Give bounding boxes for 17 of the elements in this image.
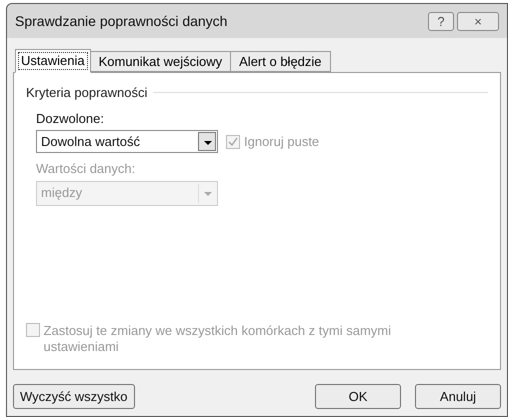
dropdown[interactable]: Dowolna wartość	[36, 130, 218, 153]
dropdown-value: Dowolna wartość	[41, 132, 140, 151]
dialog-button[interactable]: OK	[315, 384, 401, 409]
checkbox-label: Zastosuj te zmiany we wszystkich komórkach z tymi samymi ustawieniami	[44, 323, 392, 355]
dialog-button[interactable]: Wyczyść wszystko	[13, 384, 134, 409]
field-label: Wartości danych:	[36, 160, 136, 178]
checkbox-label: Ignoruj puste	[244, 134, 320, 150]
field-label: Dozwolone:	[36, 110, 105, 128]
close-button[interactable]: ×	[457, 12, 499, 30]
dialog-button[interactable]: Anuluj	[415, 384, 501, 409]
tab[interactable]: Alert o błędzie	[231, 51, 331, 72]
dropdown-value: między	[41, 184, 82, 202]
window-title: Sprawdzanie poprawności danych	[15, 12, 228, 31]
tab[interactable]: Ustawienia	[15, 49, 91, 73]
tab[interactable]: Komunikat wejściowy	[90, 51, 232, 72]
help-button[interactable]: ?	[428, 12, 454, 30]
group-title: Kryteria poprawności	[26, 84, 148, 102]
